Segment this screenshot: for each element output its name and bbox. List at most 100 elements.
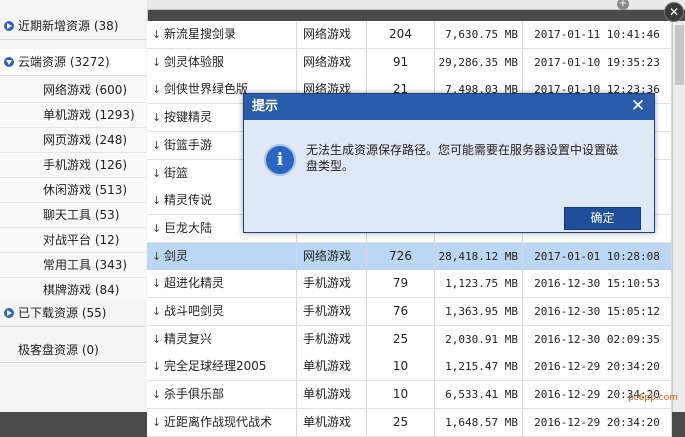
resource-count-cell: 76 [367,298,435,325]
sidebar-item-web-games[interactable]: 网页游戏 (248) [0,128,146,153]
scrollbar-thumb[interactable] [675,25,684,85]
resource-type-cell: 网络游戏 [297,21,367,48]
sidebar-group-label: 近期新增资源 (38) [18,19,119,33]
download-arrow-icon[interactable]: ↓ [152,270,161,297]
resource-name: 新流星搜剑录 [164,27,237,41]
resource-name-cell: ↓ 完全足球经理2005 [147,353,297,380]
resource-size-cell: 6,533.41 MB [435,381,523,408]
table-row[interactable]: ↓ 超进化精灵 手机游戏 79 1,123.75 MB 2016-12-30 15:10:… [147,270,672,298]
resource-type-cell: 单机游戏 [297,409,367,436]
resource-count-cell: 204 [367,21,435,48]
resource-size-cell: 29,286.35 MB [435,49,523,76]
expand-arrow-icon [4,308,14,318]
sidebar-category-list: 网络游戏 (600) 单机游戏 (1293) 网页游戏 (248) 手机游戏 (… [0,78,146,303]
resource-size-cell: 28,418.12 MB [435,243,523,270]
sidebar-item-casual-games[interactable]: 休闲游戏 (513) [0,178,146,203]
download-arrow-icon[interactable]: ↓ [152,49,161,76]
sidebar-group-label: 云端资源 (3272) [18,55,110,69]
download-arrow-icon[interactable]: ↓ [152,187,161,214]
dialog-title: 提示 [252,99,279,114]
sidebar-item-common-tools[interactable]: 常用工具 (343) [0,253,146,278]
scrollbar[interactable] [672,21,685,412]
download-arrow-icon[interactable]: ↓ [152,409,161,436]
table-row[interactable]: ↓ 完全足球经理2005 单机游戏 10 1,215.47 MB 2016-12-29 2… [147,353,672,381]
resource-size-cell: 1,648.57 MB [435,409,523,436]
sidebar-item-single-games[interactable]: 单机游戏 (1293) [0,103,146,128]
resource-name-cell: ↓ 精灵复兴 [147,326,297,353]
resource-count-cell: 10 [367,353,435,380]
table-row[interactable]: ↓ 新流星搜剑录 网络游戏 204 7,630.75 MB 2017-01-11 10:4… [147,21,672,49]
download-arrow-icon[interactable]: ↓ [152,243,161,270]
resource-name: 剑灵体验服 [164,55,225,69]
table-row[interactable]: ↓ 杀手俱乐部 单机游戏 10 6,533.41 MB 2016-12-29 20:34:… [147,381,672,409]
download-arrow-icon[interactable]: ↓ [152,132,161,159]
resource-type-cell: 网络游戏 [297,243,367,270]
watermark: pc6pp.com [628,393,678,403]
sidebar-group-recent[interactable]: 近期新增资源 (38) [0,13,146,40]
download-arrow-icon[interactable]: ↓ [152,21,161,48]
resource-size-cell: 7,630.75 MB [435,21,523,48]
resource-type-cell: 手机游戏 [297,270,367,297]
plus-icon[interactable]: + [617,0,629,10]
resource-type-cell: 手机游戏 [297,298,367,325]
resource-name: 街篮手游 [164,138,213,152]
app-window: 近期新增资源 (38) 云端资源 (3272) 网络游戏 (600) 单机游戏 … [0,0,685,437]
close-icon[interactable]: ✕ [628,96,648,116]
sidebar-item-online-games[interactable]: 网络游戏 (600) [0,78,146,103]
resource-name-cell: ↓ 剑灵 [147,243,297,270]
sidebar-item-battle-platforms[interactable]: 对战平台 (12) [0,228,146,253]
resource-count-cell: 79 [367,270,435,297]
sidebar-item-geek-disk[interactable]: 极客盘资源 (0) [0,337,146,363]
table-row[interactable]: ↓ 剑灵 网络游戏 726 28,418.12 MB 2017-01-01 10:28:0… [147,243,672,271]
resource-type-cell: 单机游戏 [297,381,367,408]
ok-button[interactable]: 确定 [564,207,641,230]
download-arrow-icon[interactable]: ↓ [152,326,161,353]
resource-count-cell: 25 [367,409,435,436]
resource-type-cell: 手机游戏 [297,326,367,353]
table-row[interactable]: ↓ 战斗吧剑灵 手机游戏 76 1,363.95 MB 2016-12-30 15:05:… [147,298,672,326]
top-strip: + ✕ [147,0,685,22]
resource-date-cell: 2016-12-30 15:05:12 [523,298,672,325]
sidebar-group-label: 已下载资源 (55) [18,306,107,320]
download-arrow-icon[interactable]: ↓ [152,381,161,408]
resource-name: 杀手俱乐部 [164,387,225,401]
table-row[interactable]: ↓ 剑灵体验服 网络游戏 91 29,286.35 MB 2017-01-10 19:35… [147,49,672,77]
sidebar-item-chat-tools[interactable]: 聊天工具 (53) [0,203,146,228]
sidebar-group-cloud[interactable]: 云端资源 (3272) [0,49,146,76]
table-row[interactable]: ↓ 精灵复兴 手机游戏 25 2,030.91 MB 2016-12-30 02:09:3… [147,326,672,354]
download-arrow-icon[interactable]: ↓ [152,104,161,131]
resource-name: 精灵复兴 [164,332,213,346]
resource-name: 完全足球经理2005 [164,359,267,373]
download-arrow-icon[interactable]: ↓ [152,160,161,187]
resource-name-cell: ↓ 近距离作战现代战术 [147,409,297,436]
download-arrow-icon[interactable]: ↓ [152,76,161,103]
resource-date-cell: 2016-12-30 02:09:35 [523,326,672,353]
resource-name-cell: ↓ 杀手俱乐部 [147,381,297,408]
table-row[interactable]: ↓ 近距离作战现代战术 单机游戏 25 1,648.57 MB 2016-12-29 20… [147,409,672,437]
resource-name: 近距离作战现代战术 [164,415,273,429]
resource-name: 剑灵 [164,249,189,263]
resource-size-cell: 1,363.95 MB [435,298,523,325]
sidebar: 近期新增资源 (38) 云端资源 (3272) 网络游戏 (600) 单机游戏 … [0,0,148,412]
sidebar-item-mobile-games[interactable]: 手机游戏 (126) [0,153,146,178]
info-icon: i [264,144,296,176]
download-arrow-icon[interactable]: ↓ [152,215,161,242]
resource-type-cell: 单机游戏 [297,353,367,380]
resource-name-cell: ↓ 新流星搜剑录 [147,21,297,48]
expand-arrow-icon [4,21,14,31]
resource-name: 巨龙大陆 [164,221,213,235]
download-arrow-icon[interactable]: ↓ [152,298,161,325]
sidebar-group-downloaded[interactable]: 已下载资源 (55) [0,300,146,327]
resource-type-cell: 网络游戏 [297,49,367,76]
resource-count-cell: 10 [367,381,435,408]
resource-date-cell: 2017-01-10 19:35:23 [523,49,672,76]
resource-name: 战斗吧剑灵 [164,304,225,318]
download-arrow-icon[interactable]: ↓ [152,353,161,380]
resource-name: 街篮 [164,166,189,180]
resource-count-cell: 25 [367,326,435,353]
close-icon[interactable]: ✕ [664,2,684,22]
resource-size-cell: 1,123.75 MB [435,270,523,297]
resource-name: 超进化精灵 [164,276,225,290]
resource-count-cell: 726 [367,243,435,270]
resource-date-cell: 2017-01-01 10:28:08 [523,243,672,270]
